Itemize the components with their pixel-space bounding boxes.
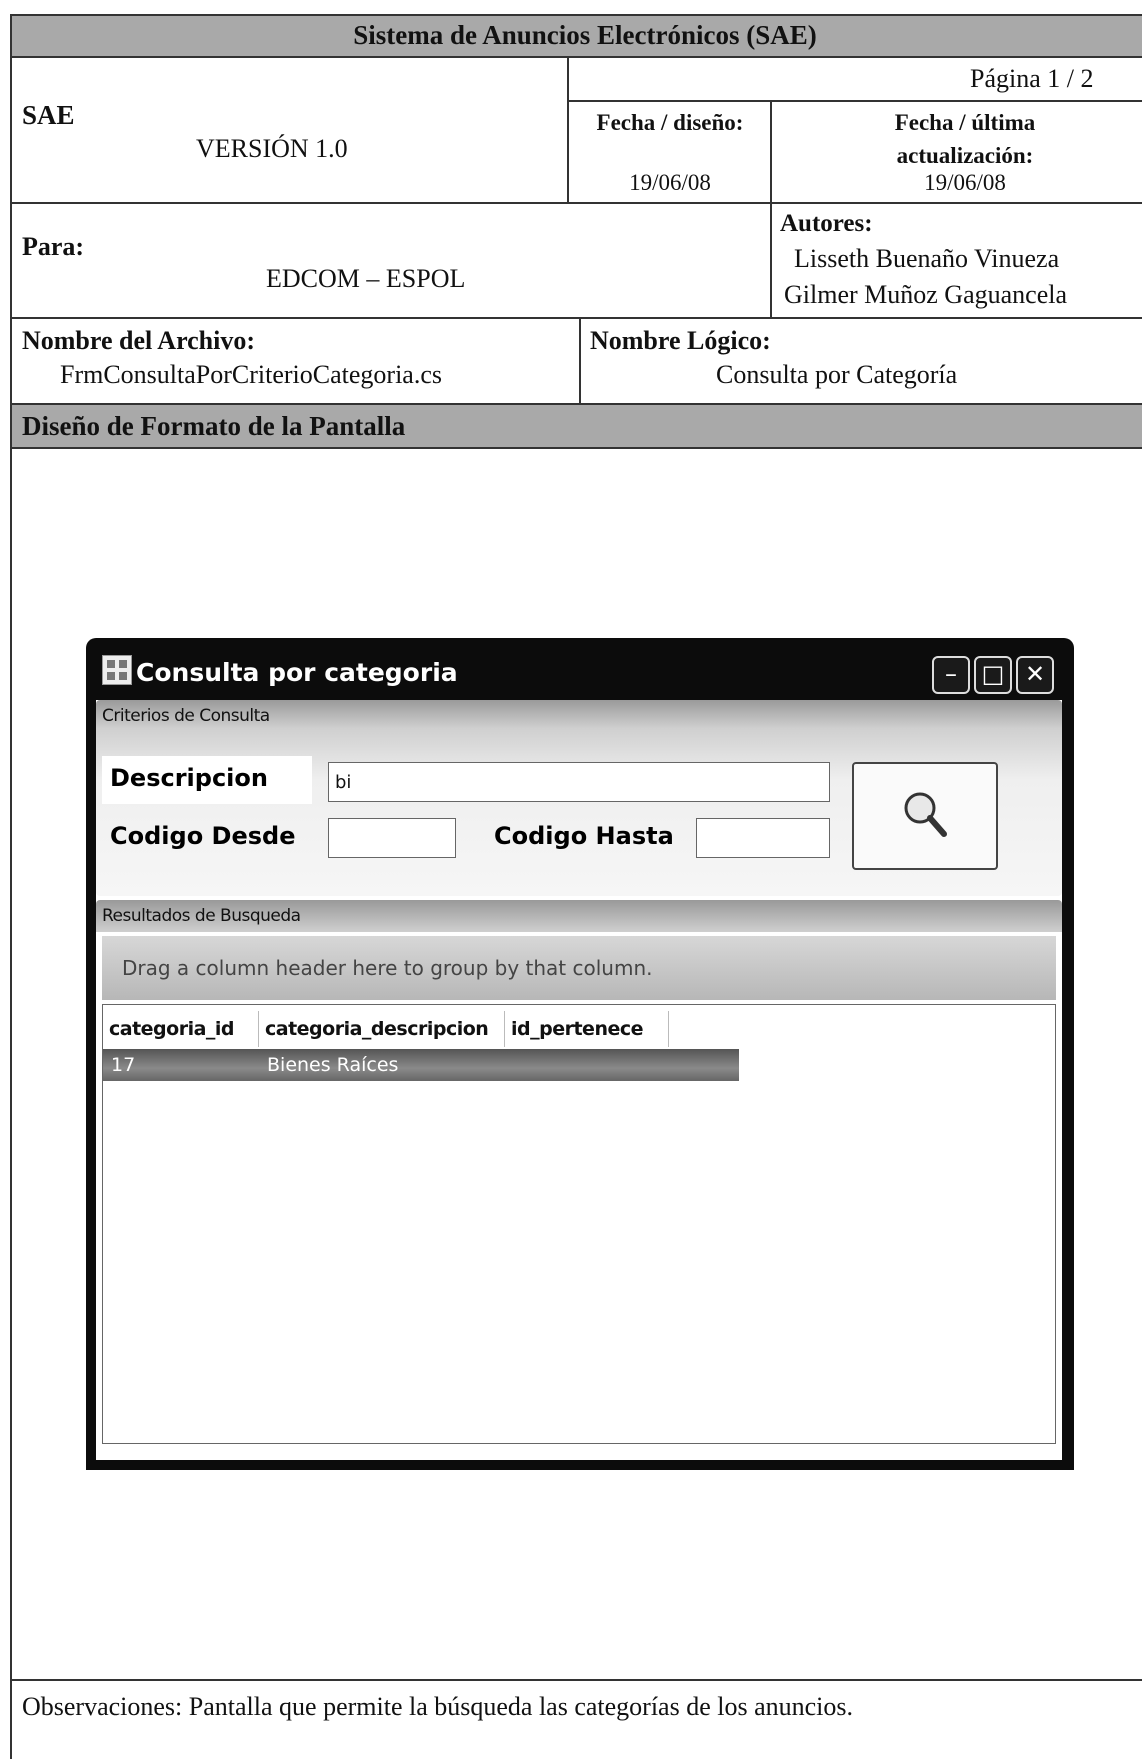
codigo-desde-label: Codigo Desde (110, 822, 296, 850)
file-name: FrmConsultaPorCriterioCategoria.cs (60, 360, 443, 389)
border-left (10, 14, 12, 1759)
page-number: Página 1 / 2 (970, 64, 1094, 93)
codigo-hasta-label: Codigo Hasta (494, 822, 674, 850)
codigo-desde-input[interactable] (328, 818, 456, 858)
para-label: Para: (22, 232, 85, 261)
criteria-group-caption: Criterios de Consulta (102, 706, 270, 726)
window-title: Consulta por categoria (136, 658, 458, 687)
border-top (10, 14, 1142, 16)
rule (770, 100, 772, 317)
logical-name-label: Nombre Lógico: (590, 326, 771, 355)
version: VERSIÓN 1.0 (196, 134, 348, 163)
file-name-label: Nombre del Archivo: (22, 326, 256, 355)
rule (10, 403, 1142, 405)
descripcion-label: Descripcion (110, 764, 268, 792)
system-title: Sistema de Anuncios Electrónicos (SAE) (353, 20, 817, 50)
rule (10, 202, 1142, 204)
cell-id-pertenece (505, 1049, 669, 1081)
update-date-label: Fecha / última actualización: (894, 110, 1036, 168)
results-group-caption: Resultados de Busqueda (102, 906, 301, 926)
design-date-label: Fecha / diseño: (596, 110, 744, 135)
para-value: EDCOM – ESPOL (266, 264, 466, 293)
authors-label: Autores: (780, 210, 873, 237)
column-header-id-pertenece[interactable]: id_pertenece (505, 1011, 669, 1047)
rule (10, 447, 1142, 449)
update-date: 19/06/08 (924, 170, 1006, 195)
group-by-panel[interactable]: Drag a column header here to group by th… (102, 936, 1056, 1000)
column-header-categoria-id[interactable]: categoria_id (103, 1011, 259, 1047)
section-title: Diseño de Formato de la Pantalla (22, 411, 406, 441)
minimize-button[interactable]: – (932, 656, 970, 694)
author-1: Lisseth Buenaño Vinueza (794, 244, 1060, 273)
search-button[interactable] (852, 762, 998, 870)
design-date: 19/06/08 (629, 170, 711, 195)
criteria-group: Criterios de Consulta Descripcion bi Cod… (96, 700, 1062, 896)
codigo-hasta-input[interactable] (696, 818, 830, 858)
observations: Observaciones: Pantalla que permite la b… (22, 1692, 854, 1721)
maximize-button[interactable]: □ (974, 656, 1012, 694)
rule (10, 1679, 1142, 1681)
close-button[interactable]: ✕ (1016, 656, 1054, 694)
consulta-window: Consulta por categoria – □ ✕ Criterios d… (86, 638, 1074, 1470)
column-header-categoria-descripcion[interactable]: categoria_descripcion (259, 1011, 505, 1047)
rule (567, 100, 1142, 102)
descripcion-input[interactable]: bi (328, 762, 830, 802)
cell-categoria-id: 17 (111, 1054, 136, 1076)
group-by-hint: Drag a column header here to group by th… (122, 956, 653, 980)
rule (579, 317, 581, 403)
rule (10, 56, 1142, 58)
table-row[interactable]: 17 Bienes Raíces (103, 1049, 739, 1081)
author-2: Gilmer Muñoz Gaguancela (784, 280, 1068, 309)
app-window-icon (102, 655, 132, 685)
results-grid[interactable]: categoria_id categoria_descripcion id_pe… (102, 1004, 1056, 1444)
app-code: SAE (22, 100, 75, 130)
results-group-header: Resultados de Busqueda (96, 900, 1062, 932)
cell-categoria-descripcion: Bienes Raíces (267, 1054, 399, 1076)
logical-name: Consulta por Categoría (716, 360, 958, 389)
window-client-area: Criterios de Consulta Descripcion bi Cod… (96, 700, 1062, 1460)
rule (567, 56, 569, 202)
rule (10, 317, 1142, 319)
magnifier-icon (904, 792, 947, 837)
